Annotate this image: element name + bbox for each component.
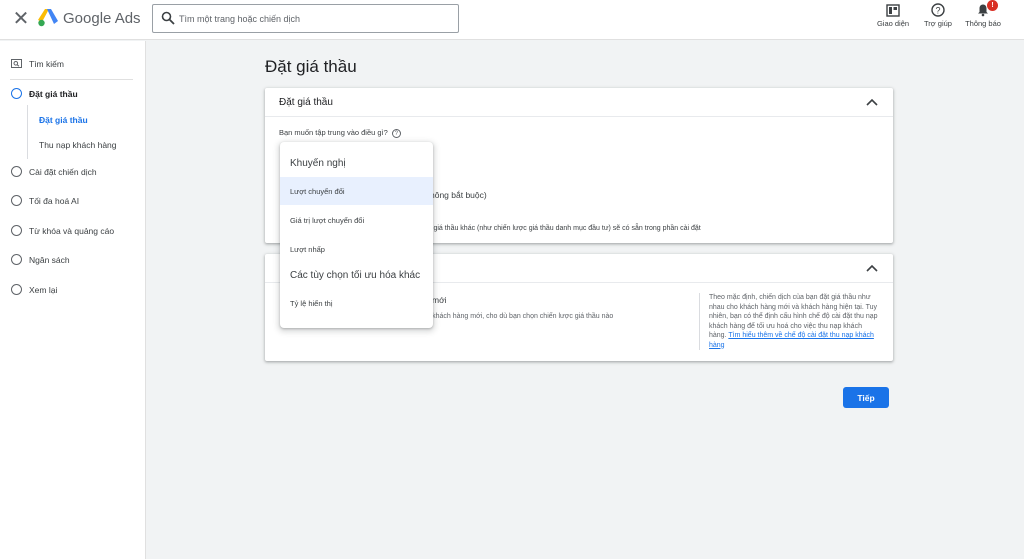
dropdown-group-other: Các tùy chọn tối ưu hóa khác <box>290 270 421 281</box>
top-bar: ✕ Google Ads Giao diện ? Trợ giúp <box>0 0 1024 40</box>
search-input[interactable] <box>179 8 449 29</box>
dropdown-option-conversions[interactable]: Lượt chuyển đổi <box>280 177 433 205</box>
notifications-button[interactable]: ! Thông báo <box>963 0 1003 35</box>
card-header[interactable]: Đặt giá thầu <box>265 88 893 117</box>
search-box[interactable] <box>152 4 459 33</box>
focus-question: Bạn muốn tập trung vào điều gì?? <box>279 128 401 138</box>
sidebar-item-label: Tối đa hoá AI <box>29 196 80 206</box>
dropdown-option-conversion-value[interactable]: Giá trị lượt chuyển đổi <box>280 206 433 234</box>
sidebar-subitem-label: Đặt giá thầu <box>39 115 88 125</box>
sidebar-item-label: Cài đặt chiến dịch <box>29 167 97 177</box>
sidebar-item-budget[interactable]: Ngân sách <box>0 249 146 271</box>
chevron-up-icon[interactable] <box>865 262 879 274</box>
acquisition-help-note: Theo mặc định, chiến dịch của bạn đặt gi… <box>699 293 879 350</box>
dropdown-option-clicks[interactable]: Lượt nhấp <box>280 235 433 263</box>
sidebar-item-label: Xem lại <box>29 285 58 295</box>
help-label: Trợ giúp <box>924 19 952 28</box>
dropdown-option-impression-share[interactable]: Tỷ lệ hiển thị <box>280 289 433 317</box>
search-page-icon <box>11 59 22 68</box>
dropdown-group-recommended: Khuyến nghị <box>290 158 346 169</box>
sidebar-divider <box>10 79 133 80</box>
radio-circle-icon <box>11 88 22 99</box>
next-button[interactable]: Tiếp <box>843 387 889 408</box>
optional-text: hông bắt buộc) <box>430 190 487 200</box>
help-circle-icon[interactable]: ? <box>391 128 401 138</box>
dropdown-option-label: Lượt nhấp <box>290 245 325 254</box>
dropdown-option-label: Giá trị lượt chuyển đổi <box>290 216 365 225</box>
sidebar-item-ai-max[interactable]: Tối đa hoá AI <box>0 190 146 212</box>
chevron-up-icon[interactable] <box>865 96 879 108</box>
sidebar-item-search[interactable]: Tìm kiếm <box>0 53 146 75</box>
close-icon[interactable]: ✕ <box>12 8 30 30</box>
help-button[interactable]: ? Trợ giúp <box>921 3 955 35</box>
dropdown-option-label: Lượt chuyển đổi <box>290 187 345 196</box>
radio-circle-icon <box>11 166 22 177</box>
sidebar-subitem-bidding[interactable]: Đặt giá thầu <box>0 110 146 130</box>
sidebar-subitem-customer-acquisition[interactable]: Thu nạp khách hàng <box>0 135 146 155</box>
help-icon: ? <box>931 3 945 17</box>
radio-circle-icon <box>11 225 22 236</box>
radio-circle-icon <box>11 284 22 295</box>
sidebar-item-campaign-settings[interactable]: Cài đặt chiến dịch <box>0 161 146 183</box>
notification-badge: ! <box>987 0 998 11</box>
sidebar-item-keywords-ads[interactable]: Từ khóa và quảng cáo <box>0 220 146 242</box>
svg-text:?: ? <box>935 6 940 16</box>
appearance-button[interactable]: Giao diện <box>875 3 911 35</box>
sidebar-item-label: Từ khóa và quảng cáo <box>29 226 115 236</box>
sidebar-item-bidding[interactable]: Đặt giá thầu <box>0 83 146 105</box>
acquisition-option-desc: ới khách hàng mới, cho dù bạn chọn chiến… <box>424 313 614 320</box>
focus-dropdown-menu: Khuyến nghị Lượt chuyển đổi Giá trị lượt… <box>280 142 433 328</box>
sidebar-item-label: Tìm kiếm <box>29 59 64 69</box>
sidebar-item-label: Đặt giá thầu <box>29 89 78 99</box>
sidebar-item-label: Ngân sách <box>29 255 70 265</box>
sidebar-item-review[interactable]: Xem lại <box>0 279 146 301</box>
brand-name: Google Ads <box>63 10 141 27</box>
learn-more-link[interactable]: Tìm hiểu thêm về chế độ cài đặt thu nạp … <box>709 332 874 349</box>
sidebar-subitem-label: Thu nạp khách hàng <box>39 140 117 150</box>
google-ads-logo <box>38 9 58 27</box>
card-title: Đặt giá thầu <box>279 97 333 108</box>
dropdown-option-label: Tỷ lệ hiển thị <box>290 299 333 308</box>
strategy-note: c giá thầu khác (như chiến lược giá thầu… <box>428 225 701 232</box>
focus-question-text: Bạn muốn tập trung vào điều gì? <box>279 128 388 137</box>
search-icon <box>161 11 175 25</box>
notifications-label: Thông báo <box>965 19 1001 28</box>
appearance-label: Giao diện <box>876 19 910 28</box>
acquisition-option-title: mới <box>432 295 447 305</box>
radio-circle-icon <box>11 254 22 265</box>
radio-circle-icon <box>11 195 22 206</box>
sidebar: Tìm kiếm Đặt giá thầu Đặt giá thầu Thu n… <box>0 41 146 559</box>
page-title: Đặt giá thầu <box>265 57 357 76</box>
appearance-icon <box>886 4 900 17</box>
